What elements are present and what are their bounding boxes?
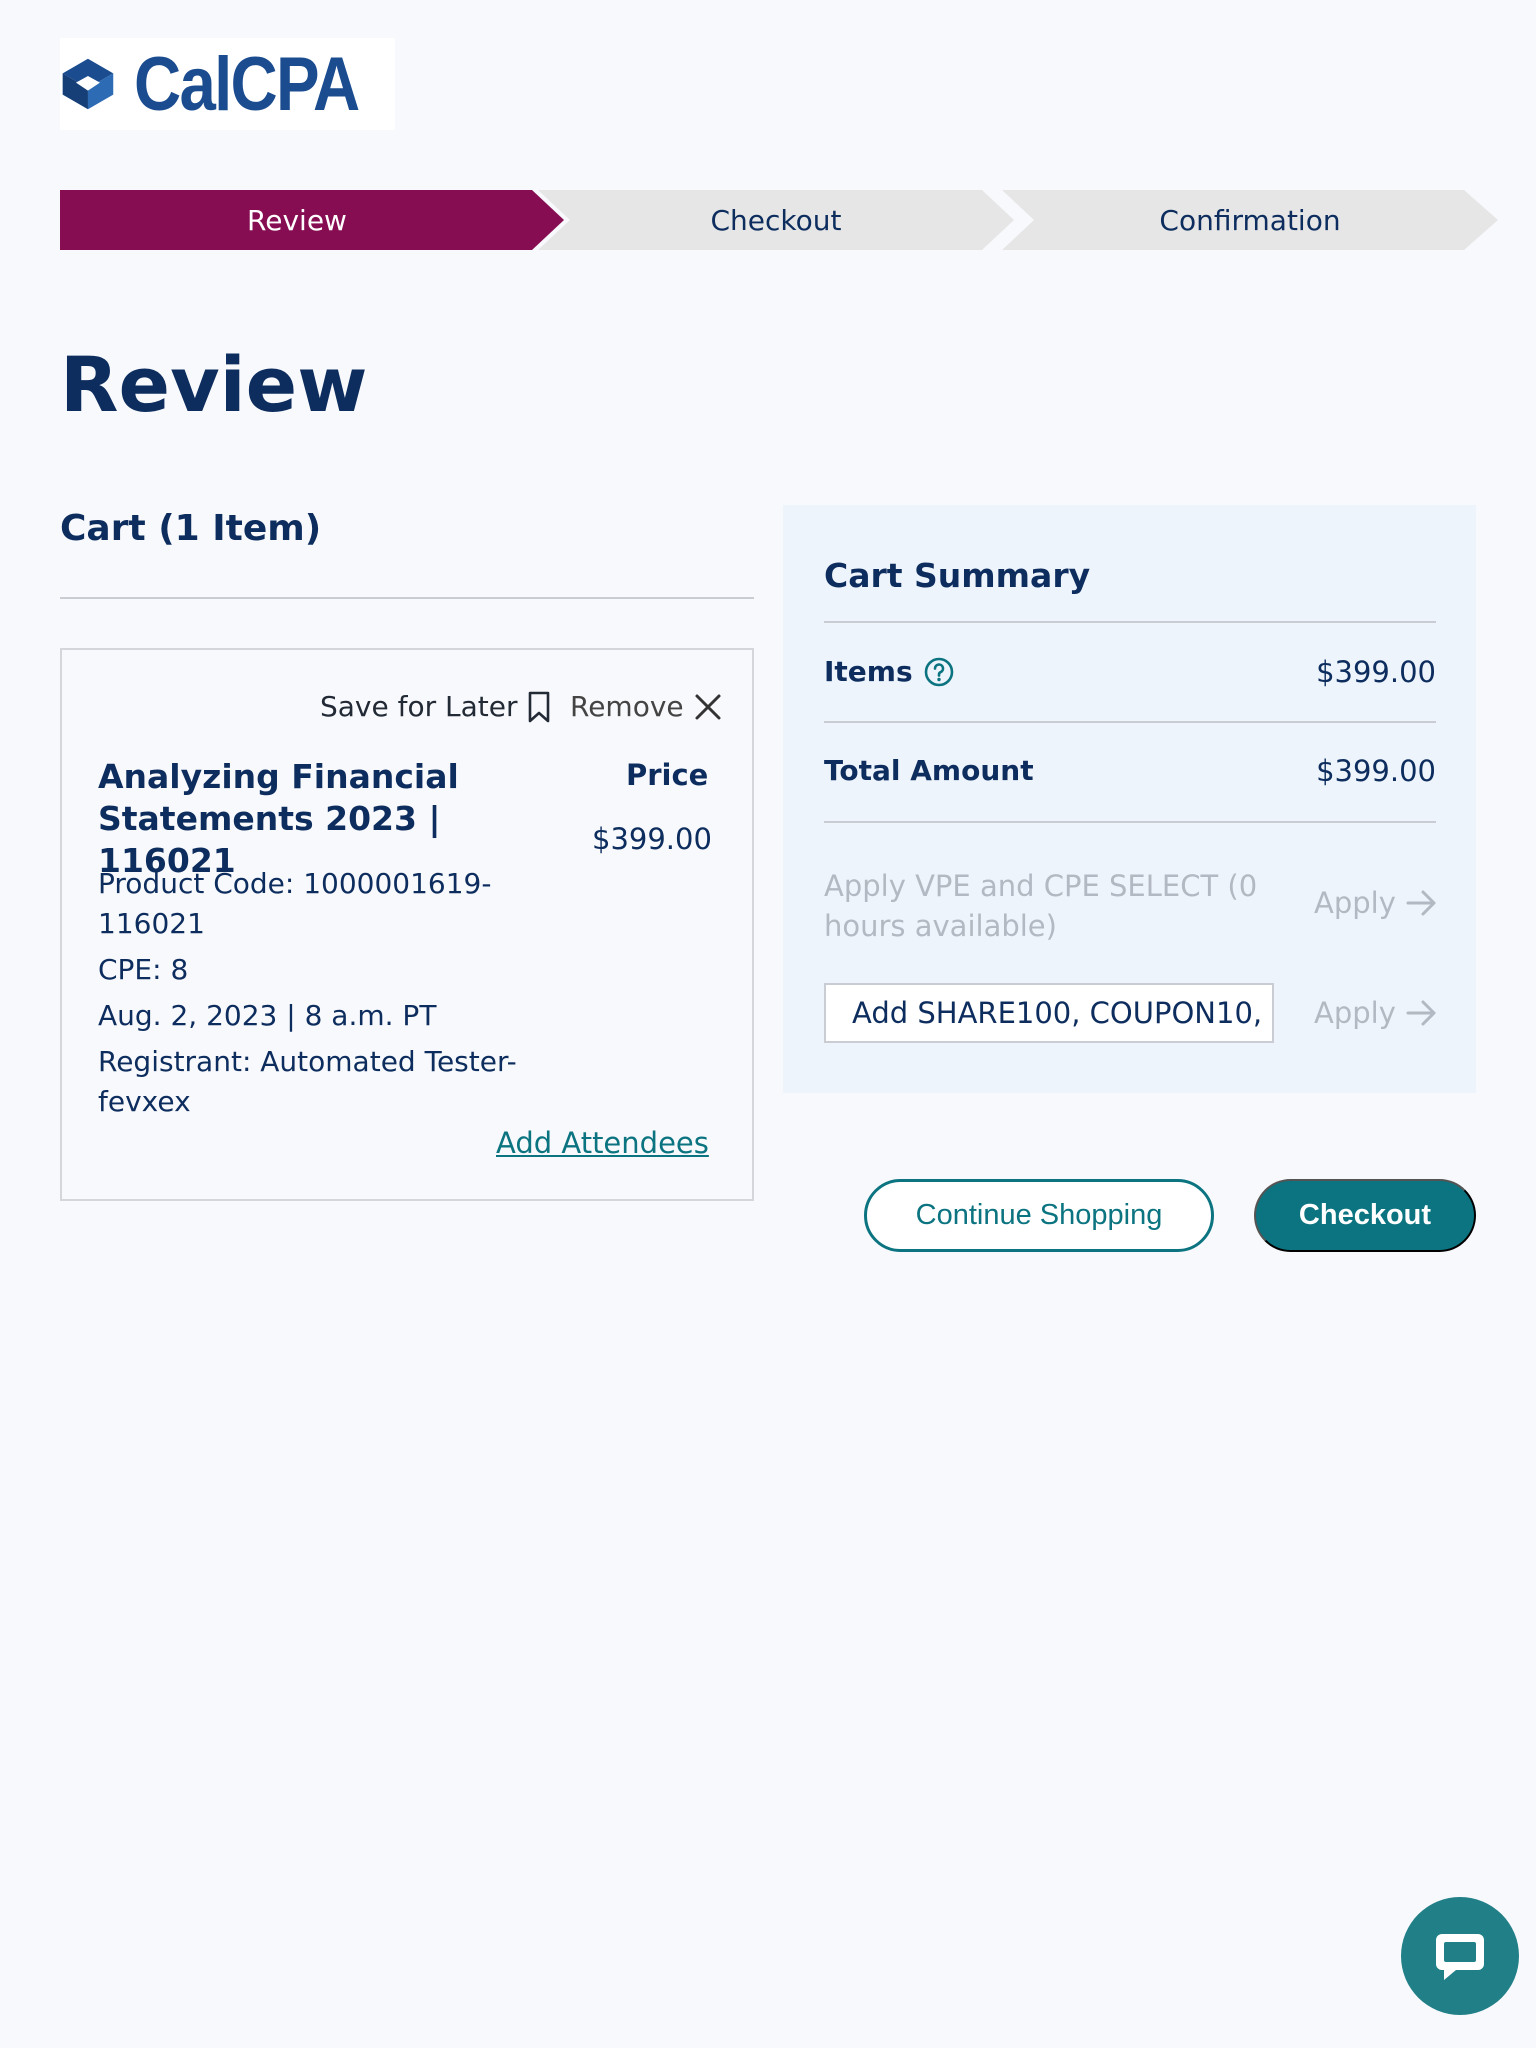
save-for-later-button[interactable]: Save for Later (320, 690, 550, 723)
divider (824, 821, 1436, 823)
chat-icon (1436, 1934, 1484, 1980)
apply-vpe-button[interactable]: Apply (1314, 886, 1438, 920)
registrant-line: Registrant: Automated Tester- (98, 1045, 517, 1078)
step-review: Review (60, 190, 564, 250)
checkout-button[interactable]: Checkout (1254, 1179, 1476, 1252)
apply-label: Apply (1314, 996, 1396, 1030)
registrant-line: fevxex (98, 1085, 191, 1118)
help-circle-icon[interactable] (923, 656, 955, 688)
arrow-right-icon (1406, 890, 1436, 916)
total-amount-label: Total Amount (824, 754, 1034, 787)
remove-label: Remove (570, 690, 684, 723)
brand-name: CalCPA (133, 41, 360, 127)
add-attendees-link[interactable]: Add Attendees (496, 1126, 709, 1160)
apply-coupon-button[interactable]: Apply (1314, 996, 1438, 1030)
step-confirmation: Confirmation (1002, 190, 1498, 250)
remove-button[interactable]: Remove (570, 690, 722, 723)
logo-cube-icon (62, 58, 114, 110)
price-label: Price (626, 758, 709, 792)
step-label: Confirmation (1159, 203, 1341, 237)
product-code-line: 116021 (98, 907, 205, 940)
items-label-row: Items (824, 655, 955, 688)
total-amount-value: $399.00 (1316, 754, 1436, 788)
price-value: $399.00 (592, 822, 712, 856)
bookmark-icon (528, 691, 549, 722)
step-checkout: Checkout (538, 190, 1014, 250)
divider (824, 621, 1436, 623)
checkout-stepper: Review Checkout Confirmation (60, 190, 1500, 250)
chat-widget-button[interactable] (1401, 1897, 1519, 2015)
calcpa-logo[interactable]: CalCPA (60, 38, 395, 130)
arrow-right-icon (1406, 1000, 1436, 1026)
coupon-code-input[interactable] (824, 983, 1274, 1043)
step-label: Review (247, 203, 347, 237)
vpe-cpe-select-text: Apply VPE and CPE SELECT (0 hours availa… (824, 869, 1258, 943)
event-date: Aug. 2, 2023 | 8 a.m. PT (98, 999, 437, 1032)
product-code: Product Code: 1000001619- 116021 (98, 864, 538, 944)
page-title: Review (60, 340, 368, 429)
product-code-line: Product Code: 1000001619- (98, 867, 492, 900)
cart-heading: Cart (1 Item) (60, 508, 322, 549)
save-for-later-label: Save for Later (320, 690, 518, 723)
cart-summary-title: Cart Summary (824, 556, 1091, 595)
apply-label: Apply (1314, 886, 1396, 920)
cpe-credits: CPE: 8 (98, 953, 189, 986)
registrant: Registrant: Automated Tester- fevxex (98, 1042, 538, 1122)
divider (824, 721, 1436, 723)
items-label: Items (824, 655, 913, 688)
continue-shopping-button[interactable]: Continue Shopping (864, 1179, 1214, 1252)
divider (60, 597, 754, 599)
step-label: Checkout (710, 203, 842, 237)
close-icon (695, 694, 721, 719)
items-value: $399.00 (1316, 655, 1436, 689)
